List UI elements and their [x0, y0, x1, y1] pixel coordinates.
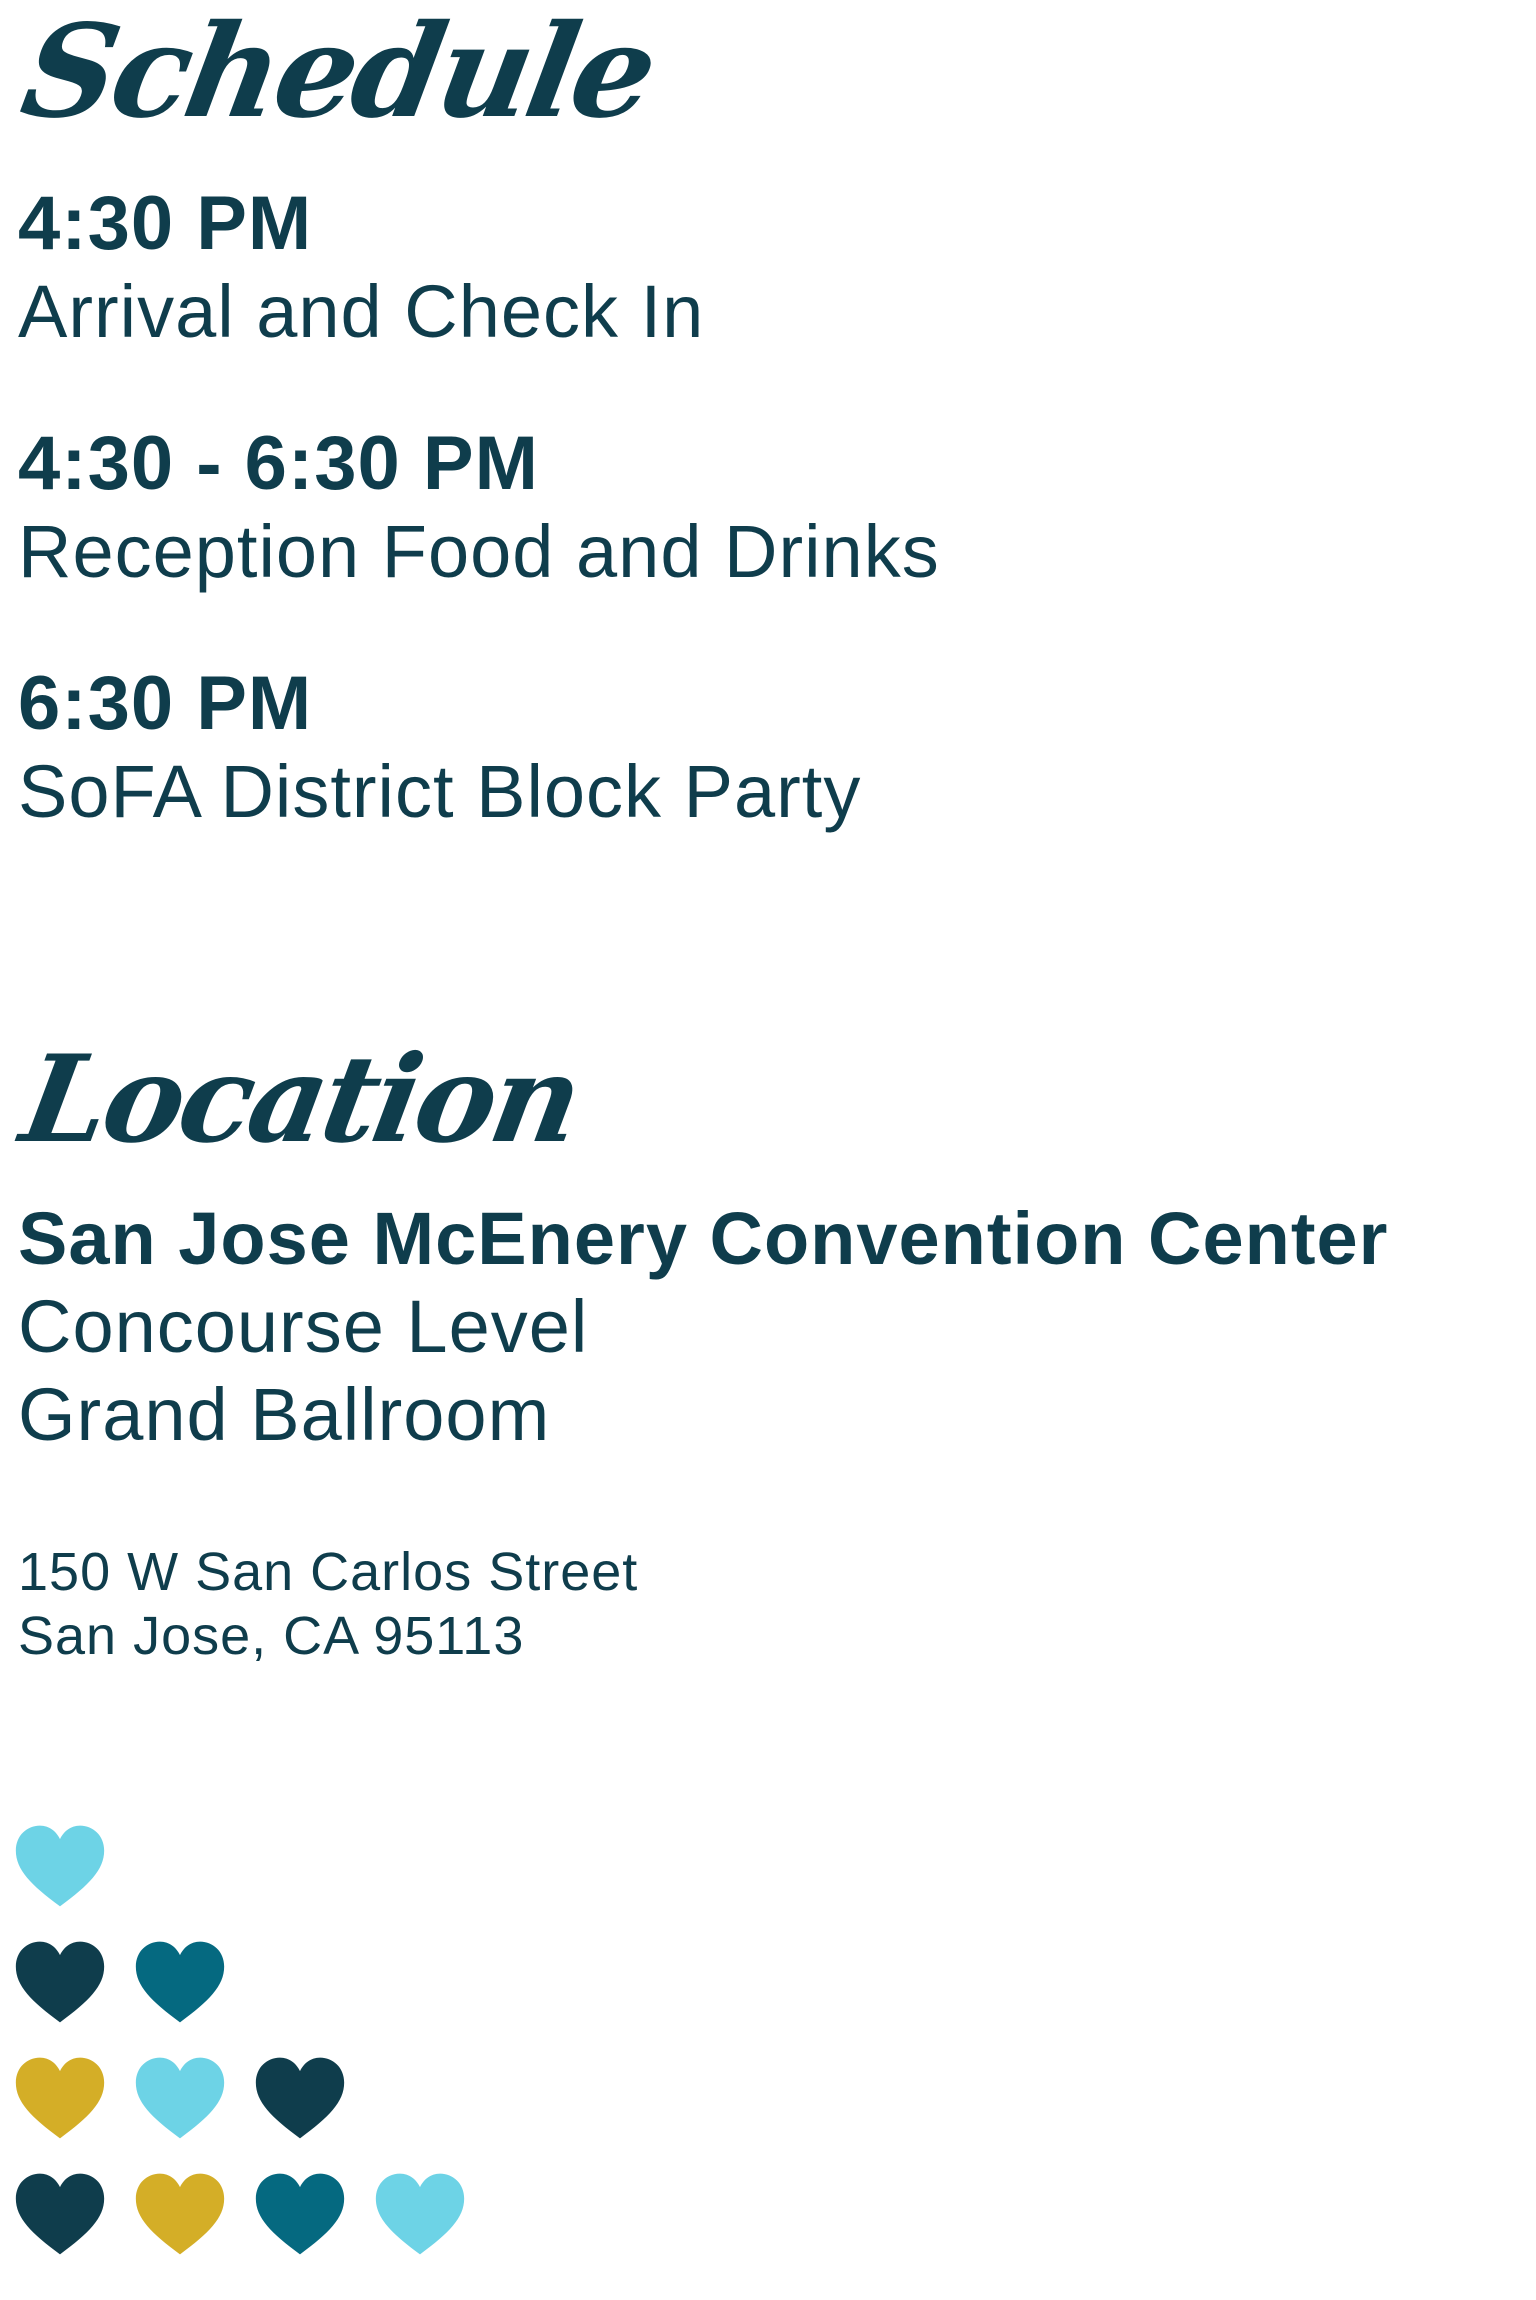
heart-row [12, 2166, 468, 2262]
schedule-description: SoFA District Block Party [18, 750, 862, 833]
heart-icon [15, 1825, 105, 1907]
heart-row [12, 2050, 468, 2146]
heart-icon [135, 2057, 225, 2139]
address-street: 150 W San Carlos Street [18, 1542, 639, 1602]
venue-name: San Jose McEnery Convention Center [18, 1197, 1389, 1280]
heart-icon [255, 2057, 345, 2139]
heart-row [12, 1818, 468, 1914]
schedule-heading: Schedule [12, 0, 665, 147]
venue-room: Grand Ballroom [18, 1373, 551, 1456]
venue-level: Concourse Level [18, 1285, 589, 1368]
location-heading: Location [12, 1029, 589, 1170]
schedule-item: 6:30 PM SoFA District Block Party [18, 660, 940, 836]
heart-icon [135, 1941, 225, 2023]
schedule-item: 4:30 - 6:30 PM Reception Food and Drinks [18, 420, 940, 596]
heart-icon [15, 2173, 105, 2255]
schedule-time: 4:30 PM [18, 181, 313, 266]
schedule-time: 4:30 - 6:30 PM [18, 421, 539, 506]
heart-icon [15, 2057, 105, 2139]
venue-block: San Jose McEnery Convention Center Conco… [18, 1195, 1388, 1459]
address-block: 150 W San Carlos Street San Jose, CA 951… [18, 1540, 638, 1668]
schedule-list: 4:30 PM Arrival and Check In 4:30 - 6:30… [18, 180, 940, 900]
heart-icon [15, 1941, 105, 2023]
heart-icon [255, 2173, 345, 2255]
hearts-decoration [12, 1818, 468, 2282]
address-city: San Jose, CA 95113 [18, 1606, 525, 1666]
schedule-description: Arrival and Check In [18, 270, 705, 353]
heart-row [12, 1934, 468, 2030]
heart-icon [375, 2173, 465, 2255]
schedule-time: 6:30 PM [18, 661, 313, 746]
schedule-description: Reception Food and Drinks [18, 510, 940, 593]
heart-icon [135, 2173, 225, 2255]
schedule-item: 4:30 PM Arrival and Check In [18, 180, 940, 356]
